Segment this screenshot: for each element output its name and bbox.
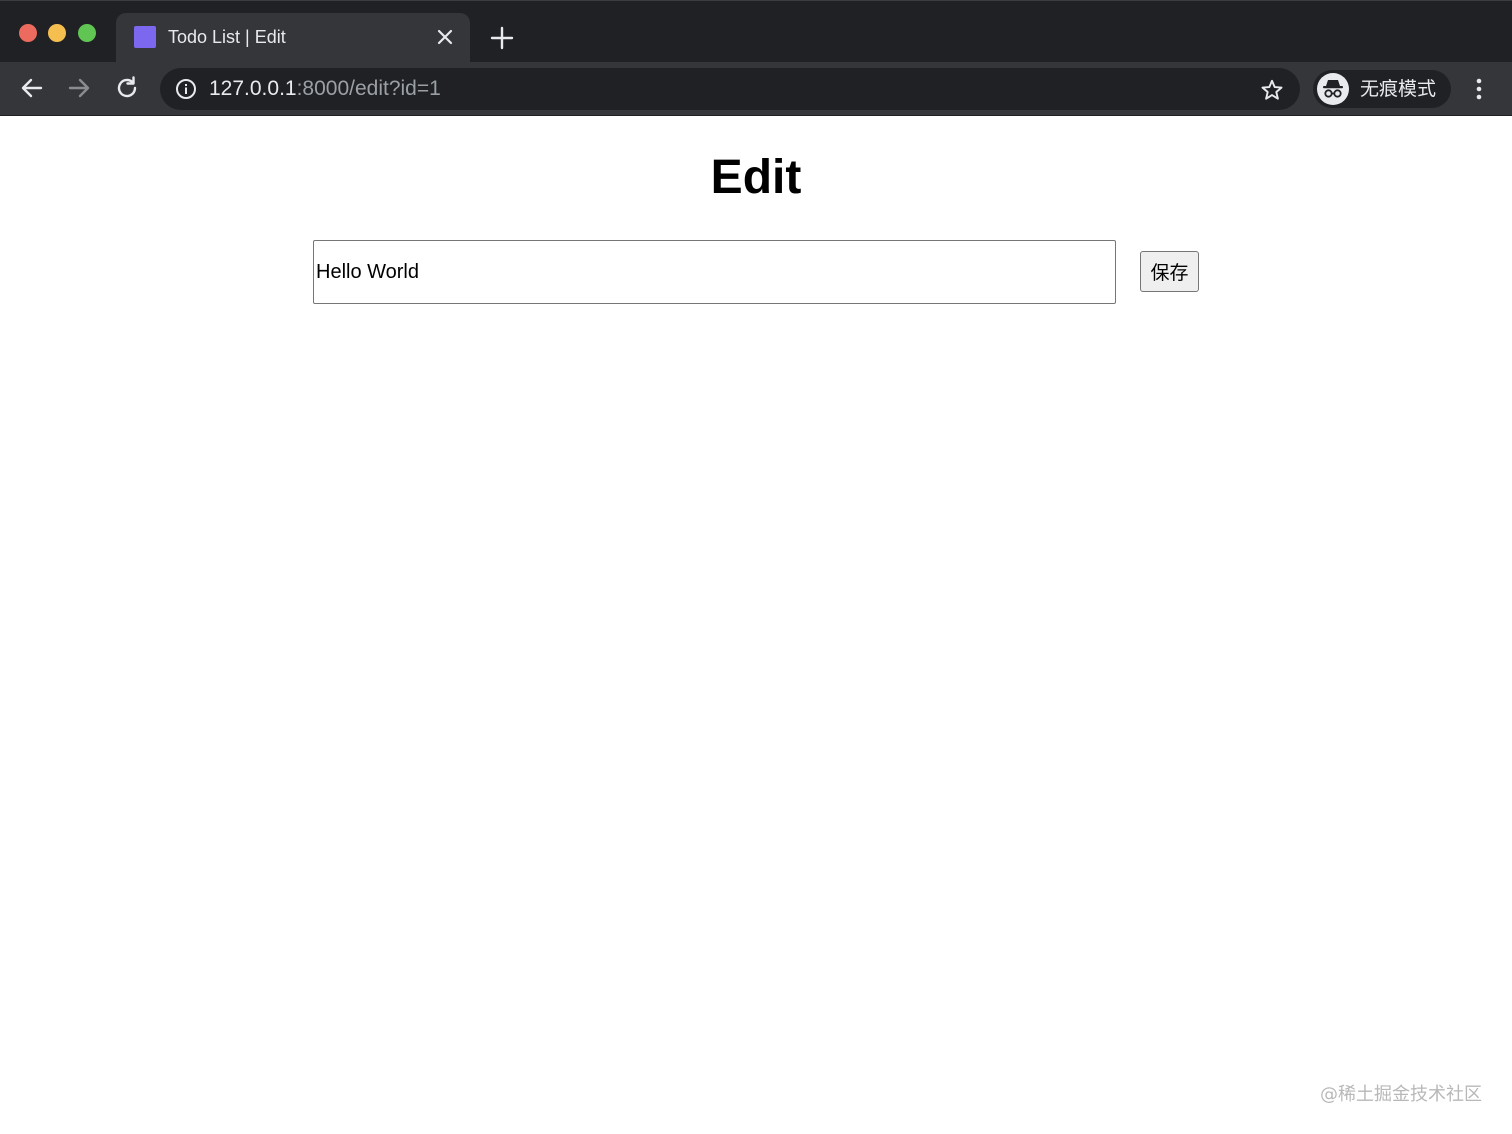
close-icon[interactable]: [434, 26, 456, 48]
incognito-label: 无痕模式: [1360, 78, 1437, 100]
plus-icon: [490, 26, 514, 50]
watermark: @稀土掘金技术社区: [1320, 1084, 1482, 1105]
browser-window: Todo List | Edit 127.0.0.1:8000/edit?id=…: [0, 0, 1512, 1134]
todo-title-input[interactable]: [313, 240, 1116, 304]
tab-title: Todo List | Edit: [168, 27, 286, 47]
minimize-window-button[interactable]: [48, 24, 66, 42]
address-bar[interactable]: 127.0.0.1:8000/edit?id=1: [160, 68, 1300, 110]
tab-strip: Todo List | Edit: [0, 0, 1512, 63]
incognito-icon: [1317, 73, 1349, 105]
new-tab-button[interactable]: [489, 25, 515, 51]
back-button[interactable]: [18, 74, 46, 102]
forward-button[interactable]: [65, 74, 93, 102]
info-icon[interactable]: [175, 78, 197, 100]
back-arrow-icon: [21, 78, 43, 98]
forward-arrow-icon: [68, 78, 90, 98]
browser-toolbar: 127.0.0.1:8000/edit?id=1 无痕模式: [0, 62, 1512, 116]
square-favicon-icon: [134, 26, 156, 48]
url-path: :8000/edit?id=1: [296, 77, 441, 100]
save-button[interactable]: 保存: [1140, 251, 1199, 292]
url-text: 127.0.0.1:8000/edit?id=1: [209, 77, 441, 101]
incognito-profile-button[interactable]: 无痕模式: [1313, 70, 1451, 108]
menu-icon[interactable]: [1468, 75, 1490, 103]
page-content: Edit 保存 @稀土掘金技术社区: [0, 116, 1512, 1134]
reload-button[interactable]: [113, 74, 141, 102]
star-icon[interactable]: [1260, 78, 1284, 102]
reload-icon: [117, 76, 137, 98]
url-host: 127.0.0.1: [209, 77, 297, 100]
tab-active[interactable]: Todo List | Edit: [116, 13, 470, 63]
maximize-window-button[interactable]: [78, 24, 96, 42]
page-title: Edit: [710, 151, 802, 204]
close-window-button[interactable]: [19, 24, 37, 42]
